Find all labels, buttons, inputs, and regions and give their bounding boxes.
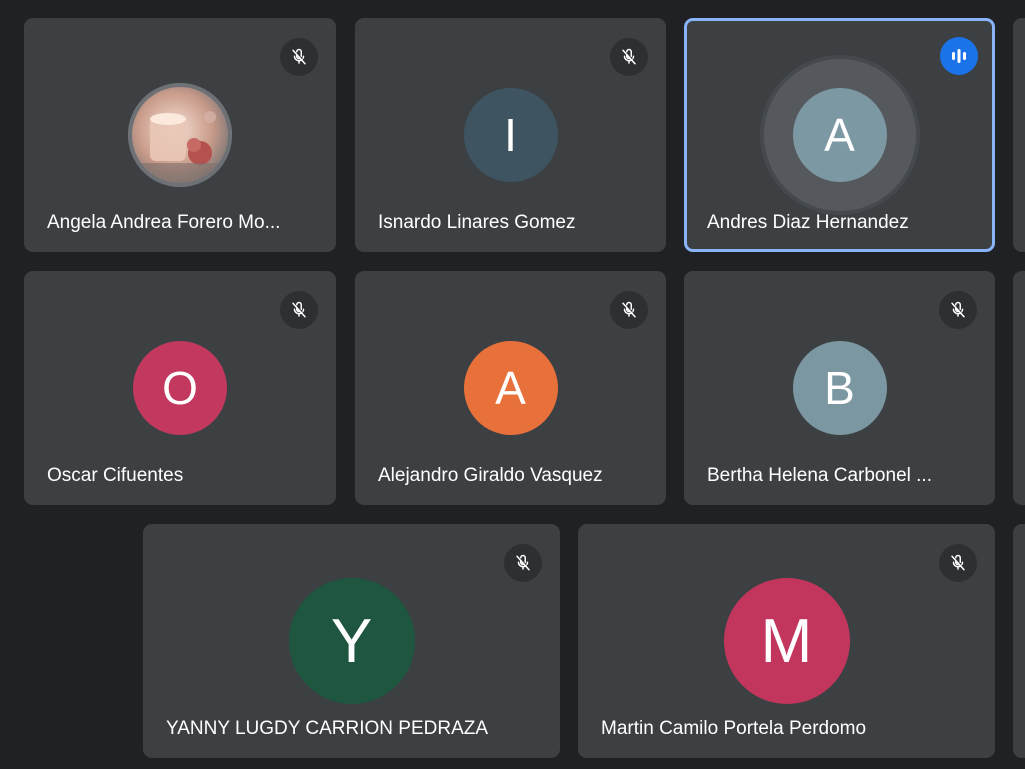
audio-level-icon	[940, 37, 978, 75]
participant-photo	[128, 83, 232, 187]
participant-avatar: A	[463, 341, 558, 435]
mic-off-icon	[280, 38, 318, 76]
candle-photo	[128, 83, 232, 187]
participant-tile[interactable]: I Isnardo Linares Gomez	[355, 18, 666, 252]
partial-tile-edge	[1013, 18, 1025, 252]
mic-off-icon	[939, 291, 977, 329]
mic-off-icon	[610, 291, 648, 329]
mic-off-icon	[610, 38, 648, 76]
participant-avatar: I	[463, 88, 558, 182]
participant-name: YANNY LUGDY CARRION PEDRAZA	[166, 718, 489, 739]
meeting-grid: Angela Andrea Forero Mo... I Isnardo Lin…	[0, 0, 1025, 769]
participant-tile[interactable]: Angela Andrea Forero Mo...	[24, 18, 336, 252]
participant-tile[interactable]: M Martin Camilo Portela Perdomo	[578, 524, 995, 758]
participant-avatar: O	[133, 341, 227, 435]
participant-avatar: Y	[288, 578, 415, 704]
participant-name: Isnardo Linares Gomez	[378, 212, 576, 233]
participant-tile-active[interactable]: A Andres Diaz Hernandez	[684, 18, 995, 252]
participant-tile[interactable]: O Oscar Cifuentes	[24, 271, 336, 505]
participant-tile[interactable]: B Bertha Helena Carbonel ...	[684, 271, 995, 505]
participant-name: Alejandro Giraldo Vasquez	[378, 465, 603, 486]
mic-off-icon	[504, 544, 542, 582]
mic-off-icon	[939, 544, 977, 582]
participant-name: Angela Andrea Forero Mo...	[47, 212, 281, 233]
participant-tile[interactable]: A Alejandro Giraldo Vasquez	[355, 271, 666, 505]
partial-tile-edge	[1013, 524, 1025, 758]
participant-name: Martin Camilo Portela Perdomo	[601, 718, 867, 739]
partial-tile-edge	[1013, 271, 1025, 505]
participant-avatar: M	[723, 578, 850, 704]
participant-avatar: B	[792, 341, 887, 435]
mic-off-icon	[280, 291, 318, 329]
participant-name: Bertha Helena Carbonel ...	[707, 465, 932, 486]
participant-avatar: A	[792, 88, 887, 182]
participant-tile[interactable]: Y YANNY LUGDY CARRION PEDRAZA	[143, 524, 560, 758]
participant-name: Andres Diaz Hernandez	[707, 212, 909, 233]
participant-name: Oscar Cifuentes	[47, 465, 184, 486]
